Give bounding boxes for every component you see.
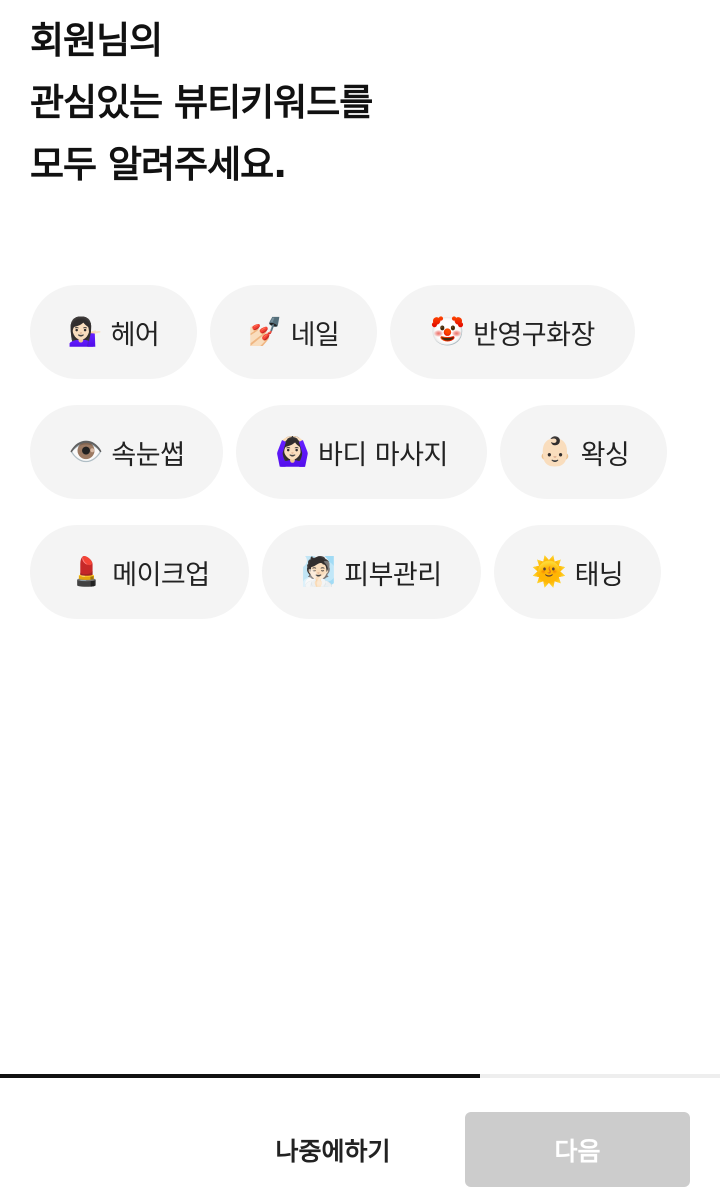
title-line-2: 관심있는 뷰티키워드를	[30, 81, 373, 124]
keyword-chip-label: 메이크업	[112, 559, 210, 591]
keyword-chip-label: 반영구화장	[473, 319, 595, 351]
onboarding-progress-bar	[0, 1074, 720, 1078]
next-button[interactable]: 다음	[465, 1112, 690, 1187]
person-gesturing-ok-icon: 🙆🏻‍♀️	[275, 435, 311, 468]
keyword-chip-label: 태닝	[574, 559, 624, 591]
keyword-chip-label: 왁싱	[580, 439, 630, 471]
keyword-chip-body-massage[interactable]: 🙆🏻‍♀️ 바디 마사지	[236, 405, 487, 499]
keyword-chip-label: 네일	[290, 319, 340, 351]
title-line-1: 회원님의	[30, 19, 163, 62]
keyword-chip-semi-permanent-makeup[interactable]: 🤡 반영구화장	[390, 285, 635, 379]
clown-face-icon: 🤡	[430, 315, 466, 348]
keyword-chip-label: 바디 마사지	[318, 439, 448, 471]
lipstick-icon: 💄	[69, 555, 105, 588]
keyword-chip-label: 헤어	[110, 319, 160, 351]
skip-later-button[interactable]: 나중에하기	[248, 1112, 418, 1187]
keyword-chip-hair[interactable]: 💁🏻‍♀️ 헤어	[30, 285, 197, 379]
title-line-3: 모두 알려주세요.	[30, 143, 287, 186]
keyword-chip-tanning[interactable]: 🌞 태닝	[494, 525, 661, 619]
keyword-chip-waxing[interactable]: 👶🏻 왁싱	[500, 405, 667, 499]
keyword-chip-label: 속눈썹	[111, 439, 185, 471]
nail-polish-icon: 💅🏻	[247, 315, 283, 348]
keyword-chip-skincare[interactable]: 🧖🏻 피부관리	[262, 525, 481, 619]
baby-face-icon: 👶🏻	[537, 435, 573, 468]
keyword-chip-eyelash[interactable]: 👁️ 속눈썹	[30, 405, 223, 499]
hair-salon-woman-icon: 💁🏻‍♀️	[67, 315, 103, 348]
keyword-chip-label: 피부관리	[344, 559, 442, 591]
person-in-steamy-room-icon: 🧖🏻	[301, 555, 337, 588]
keyword-chip-makeup[interactable]: 💄 메이크업	[30, 525, 249, 619]
eye-icon: 👁️	[68, 435, 104, 468]
page-title: 회원님의 관심있는 뷰티키워드를 모두 알려주세요.	[30, 10, 690, 196]
onboarding-progress-fill	[0, 1074, 481, 1078]
sun-with-face-icon: 🌞	[531, 555, 567, 588]
keyword-chip-nail[interactable]: 💅🏻 네일	[210, 285, 377, 379]
